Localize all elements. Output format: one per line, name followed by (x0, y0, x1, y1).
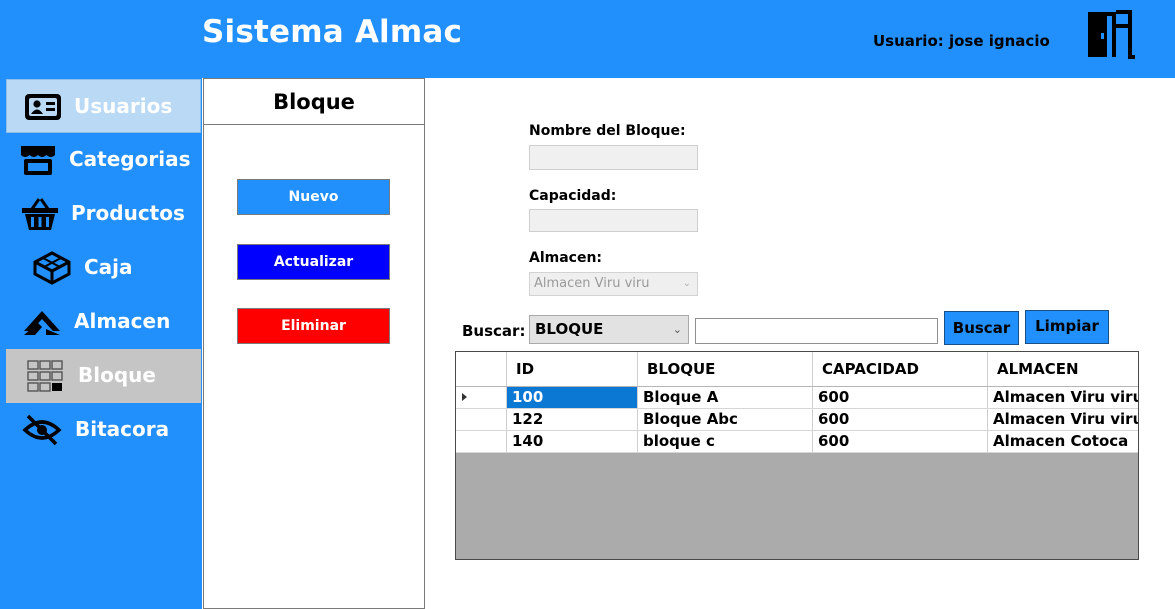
column-header-bloque[interactable]: BLOQUE (638, 352, 813, 386)
sidebar-item-label: Productos (71, 201, 185, 225)
sidebar-item-label: Categorias (69, 147, 191, 171)
sidebar-item-label: Bitacora (75, 417, 170, 441)
eliminar-button[interactable]: Eliminar (237, 308, 390, 344)
sidebar-item-almacen[interactable]: Almacen (6, 295, 201, 349)
column-header-id[interactable]: ID (507, 352, 638, 386)
id-card-icon (25, 94, 61, 120)
cube-icon (33, 251, 71, 285)
current-user-label: Usuario: jose ignacio (873, 32, 1050, 50)
sidebar-item-bitacora[interactable]: Bitacora (6, 403, 201, 457)
search-field-value: BLOQUE (535, 320, 604, 338)
capacidad-input[interactable] (529, 209, 698, 232)
table-row[interactable]: 140 bloque c 600 Almacen Cotoca (456, 431, 1138, 453)
table-cell-capacidad[interactable]: 600 (813, 387, 988, 408)
store-icon (21, 146, 55, 175)
row-selector[interactable] (456, 431, 507, 452)
table-cell-almacen[interactable]: Almacen Viru viru (988, 387, 1138, 408)
sidebar-item-label: Usuarios (74, 94, 173, 118)
table-row[interactable]: 122 Bloque Abc 600 Almacen Viru viru (456, 409, 1138, 431)
almacen-select-value: Almacen Viru viru (534, 276, 650, 291)
table-cell-capacidad[interactable]: 600 (813, 431, 988, 452)
logout-button[interactable] (1085, 10, 1141, 60)
search-field-select[interactable]: BLOQUE ⌄ (529, 315, 689, 344)
sidebar-item-categorias[interactable]: Categorias (6, 133, 201, 187)
app-title: Sistema Almac (202, 14, 463, 50)
row-header-corner (456, 352, 507, 386)
chevron-down-icon: ⌄ (682, 278, 691, 289)
almacen-select[interactable]: Almacen Viru viru ⌄ (529, 272, 698, 296)
sidebar: Usuarios Categorias Productos Caja Almac… (0, 78, 202, 609)
table-cell-capacidad[interactable]: 600 (813, 409, 988, 430)
limpiar-button[interactable]: Limpiar (1025, 310, 1109, 344)
sidebar-item-productos[interactable]: Productos (6, 187, 201, 241)
nombre-bloque-label: Nombre del Bloque: (529, 123, 686, 139)
eye-slash-icon (22, 414, 62, 446)
table-cell-id[interactable]: 140 (507, 431, 638, 452)
nombre-bloque-input[interactable] (529, 145, 698, 170)
actualizar-button[interactable]: Actualizar (237, 244, 390, 280)
table-header-row: ID BLOQUE CAPACIDAD ALMACEN (456, 352, 1138, 387)
table-row[interactable]: 100 Bloque A 600 Almacen Viru viru (456, 387, 1138, 409)
panel-title: Bloque (204, 79, 424, 125)
table-cell-bloque[interactable]: Bloque Abc (638, 409, 813, 430)
table-cell-bloque[interactable]: bloque c (638, 431, 813, 452)
sidebar-item-caja[interactable]: Caja (6, 241, 201, 295)
sidebar-item-label: Almacen (74, 309, 171, 333)
column-header-capacidad[interactable]: CAPACIDAD (813, 352, 988, 386)
column-header-almacen[interactable]: ALMACEN (988, 352, 1138, 386)
table-cell-almacen[interactable]: Almacen Viru viru (988, 409, 1138, 430)
row-selector[interactable] (456, 409, 507, 430)
table-cell-almacen[interactable]: Almacen Cotoca (988, 431, 1138, 452)
table-cell-bloque[interactable]: Bloque A (638, 387, 813, 408)
table-cell-id[interactable]: 122 (507, 409, 638, 430)
app-header: Sistema Almac Usuario: jose ignacio (0, 0, 1175, 78)
buscar-label: Buscar: (462, 322, 526, 340)
action-panel: Bloque Nuevo Actualizar Eliminar (203, 78, 425, 609)
capacidad-label: Capacidad: (529, 188, 617, 204)
grid-blocks-icon (27, 360, 63, 392)
sidebar-item-usuarios[interactable]: Usuarios (6, 79, 201, 133)
exit-door-icon (1088, 10, 1135, 59)
bloques-table[interactable]: ID BLOQUE CAPACIDAD ALMACEN 100 Bloque A… (455, 351, 1139, 560)
almacen-label: Almacen: (529, 250, 603, 266)
basket-icon (22, 198, 58, 230)
chevron-down-icon: ⌄ (672, 323, 682, 336)
buscar-button[interactable]: Buscar (944, 311, 1019, 345)
sidebar-item-bloque[interactable]: Bloque (6, 349, 201, 403)
warehouse-icon (24, 311, 60, 335)
search-input[interactable] (695, 318, 938, 344)
row-selector[interactable] (456, 387, 507, 408)
table-cell-id[interactable]: 100 (507, 387, 638, 408)
sidebar-item-label: Caja (84, 255, 133, 279)
sidebar-item-label: Bloque (78, 363, 156, 387)
nuevo-button[interactable]: Nuevo (237, 179, 390, 215)
current-row-arrow-icon (462, 393, 467, 401)
